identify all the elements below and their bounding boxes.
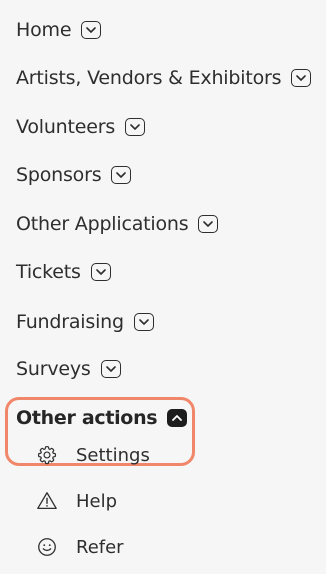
nav-item-label: Sponsors	[16, 164, 102, 186]
nav-item-volunteers[interactable]: Volunteers	[16, 113, 146, 141]
nav-item-label: Surveys	[16, 358, 91, 380]
chevron-down-icon[interactable]	[111, 166, 132, 184]
chevron-down-icon[interactable]	[198, 215, 219, 233]
sub-item-label: Settings	[76, 444, 150, 466]
nav-item-label: Fundraising	[16, 311, 124, 333]
sub-item-settings[interactable]: Settings	[36, 442, 150, 468]
nav-item-tickets[interactable]: Tickets	[16, 258, 111, 286]
chevron-up-icon[interactable]	[167, 409, 188, 427]
nav-item-label: Tickets	[16, 261, 81, 283]
nav-item-fundraising[interactable]: Fundraising	[16, 308, 154, 336]
gear-icon	[37, 445, 57, 465]
nav-item-home[interactable]: Home	[16, 16, 102, 44]
chevron-down-icon[interactable]	[100, 360, 121, 378]
sub-item-label: Refer	[76, 536, 124, 558]
sub-item-refer[interactable]: Refer	[36, 534, 124, 560]
smiley-icon	[38, 538, 56, 556]
nav-item-other-applications[interactable]: Other Applications	[16, 210, 219, 238]
nav-item-artists-vendors-exhibitors[interactable]: Artists, Vendors & Exhibitors	[16, 64, 312, 92]
chevron-down-icon[interactable]	[125, 118, 146, 136]
nav-item-sponsors[interactable]: Sponsors	[16, 161, 132, 189]
nav-item-label: Volunteers	[16, 116, 116, 138]
nav-item-surveys[interactable]: Surveys	[16, 355, 121, 383]
nav-item-label: Artists, Vendors & Exhibitors	[16, 67, 282, 89]
sub-item-label: Help	[76, 490, 118, 512]
nav-item-other-actions[interactable]: Other actions	[16, 404, 188, 432]
chevron-down-icon[interactable]	[133, 313, 154, 331]
nav-item-label: Home	[16, 19, 72, 41]
chevron-down-icon[interactable]	[90, 263, 111, 281]
sub-item-help[interactable]: Help	[36, 488, 117, 514]
nav-item-label: Other actions	[16, 407, 158, 429]
warning-icon	[37, 492, 57, 509]
side-navigation: Home Artists, Vendors & Exhibitors Volun…	[0, 0, 326, 574]
chevron-down-icon[interactable]	[81, 21, 102, 39]
chevron-down-icon[interactable]	[291, 69, 312, 87]
nav-item-label: Other Applications	[16, 213, 189, 235]
